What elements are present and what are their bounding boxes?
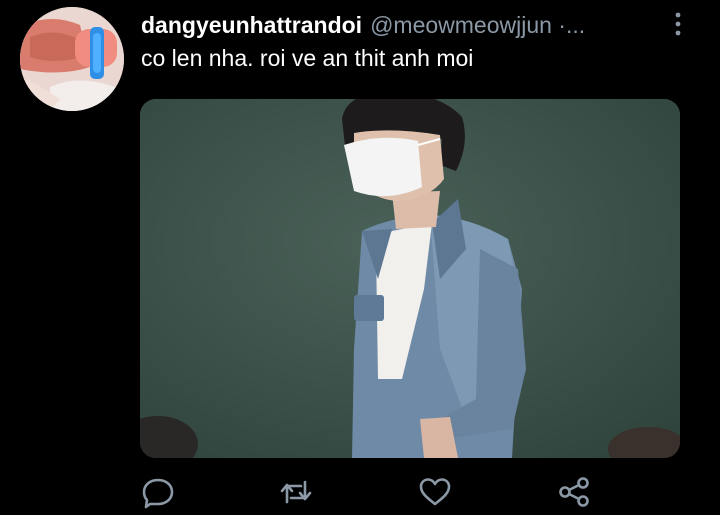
reply-icon (142, 478, 174, 509)
heart-icon (419, 478, 451, 506)
reply-button[interactable] (141, 475, 175, 509)
tweet-header: dangyeunhattrandoi @meowmeowjjun ·... (141, 10, 661, 40)
tweet-actions (0, 472, 720, 512)
retweet-icon (280, 480, 312, 504)
share-icon (559, 477, 589, 507)
like-button[interactable] (418, 475, 452, 509)
photo-image (140, 99, 680, 458)
avatar-image (20, 7, 124, 111)
share-button[interactable] (557, 475, 591, 509)
display-name[interactable]: dangyeunhattrandoi (141, 12, 362, 39)
more-options-button[interactable] (668, 10, 688, 40)
tweet-photo[interactable] (140, 99, 680, 458)
user-handle[interactable]: @meowmeowjjun ·... (370, 12, 585, 39)
avatar[interactable] (20, 7, 124, 111)
more-vertical-icon (675, 12, 681, 36)
tweet-text: co len nha. roi ve an thit anh moi (141, 45, 474, 71)
retweet-button[interactable] (279, 475, 313, 509)
tweet: dangyeunhattrandoi @meowmeowjjun ·... co… (0, 0, 720, 515)
